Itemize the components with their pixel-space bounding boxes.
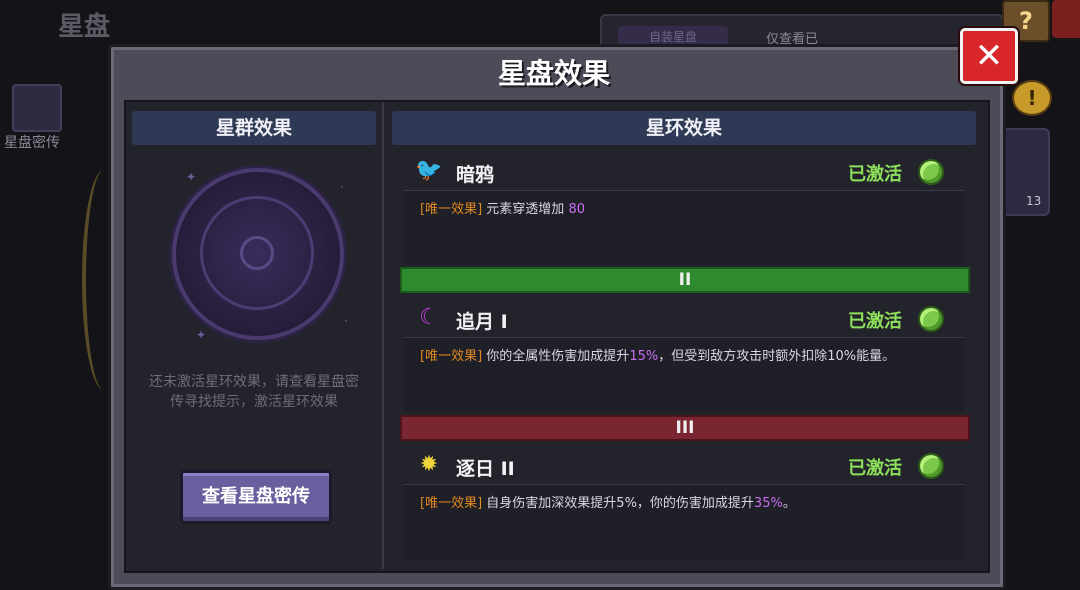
effect-description: [唯一效果] 你的全属性伤害加成提升15%，但受到敌方攻击时额外扣除10%能量。	[420, 345, 895, 364]
alert-coin-icon[interactable]: !	[1012, 80, 1052, 116]
status-active-icon	[918, 453, 944, 479]
tier-ii-bar: II	[400, 267, 970, 293]
status-active-icon	[918, 306, 944, 332]
status-active-icon	[918, 159, 944, 185]
star-plate-core	[240, 236, 274, 270]
unique-effect-tag: [唯一效果]	[420, 202, 483, 217]
effect-status: 已激活	[848, 458, 902, 479]
desc-text: ，但受到敌方攻击时额外扣除10%能量。	[658, 349, 896, 364]
ring-effect-header: 星环效果	[392, 111, 976, 145]
desc-text: 元素穿透增加	[486, 202, 569, 217]
effect-description: [唯一效果] 元素穿透增加 80	[420, 198, 585, 217]
dialog-title: 星盘效果	[497, 57, 610, 90]
effect-status: 已激活	[848, 311, 902, 332]
desc-text: 。	[782, 496, 796, 511]
desc-highlight: 15%	[629, 349, 659, 364]
desc-text: 你的全属性伤害加成提升	[486, 349, 630, 364]
close-icon: ✕	[974, 36, 1004, 76]
background-red-button	[1052, 0, 1080, 38]
desc-highlight: 80	[568, 202, 585, 217]
crow-icon: 🐦	[415, 158, 443, 183]
astrolabe-secret-icon[interactable]	[12, 84, 62, 132]
sun-icon: ✹	[419, 452, 439, 477]
constellation-effect-header: 星群效果	[132, 111, 376, 145]
effect-name: 暗鸦	[456, 164, 495, 186]
item-count: 13	[1026, 194, 1042, 208]
effect-name: 逐日 II	[456, 458, 515, 480]
sparkle-icon: ·	[340, 180, 344, 194]
sparkle-icon: ·	[344, 314, 348, 328]
effect-name: 追月 I	[456, 311, 508, 333]
unique-effect-tag: [唯一效果]	[420, 349, 483, 364]
hint-line: 还未激活星环效果，请查看星盘密	[149, 374, 359, 390]
inactive-hint: 还未激活星环效果，请查看星盘密 传寻找提示，激活星环效果	[132, 372, 376, 412]
unique-effect-tag: [唯一效果]	[420, 496, 483, 511]
desc-highlight: 35%	[753, 496, 783, 511]
effect-status: 已激活	[848, 164, 902, 185]
hint-line: 传寻找提示，激活星环效果	[170, 394, 338, 410]
page-title: 星盘	[58, 12, 111, 42]
desc-text: 自身伤害加深效果提升5%，你的伤害加成提升	[486, 496, 754, 511]
tier-iii-bar: III	[400, 415, 970, 441]
sparkle-icon: ✦	[196, 328, 207, 342]
sparkle-icon: ✦	[186, 170, 197, 184]
side-label: 星盘密传	[4, 135, 60, 151]
pane-divider	[382, 102, 384, 569]
view-astrolabe-secret-button[interactable]: 查看星盘密传	[180, 470, 332, 524]
close-button[interactable]: ✕	[960, 28, 1018, 84]
crescent-moon-icon: ☾	[419, 305, 439, 330]
effect-description: [唯一效果] 自身伤害加深效果提升5%，你的伤害加成提升35%。	[420, 492, 796, 511]
